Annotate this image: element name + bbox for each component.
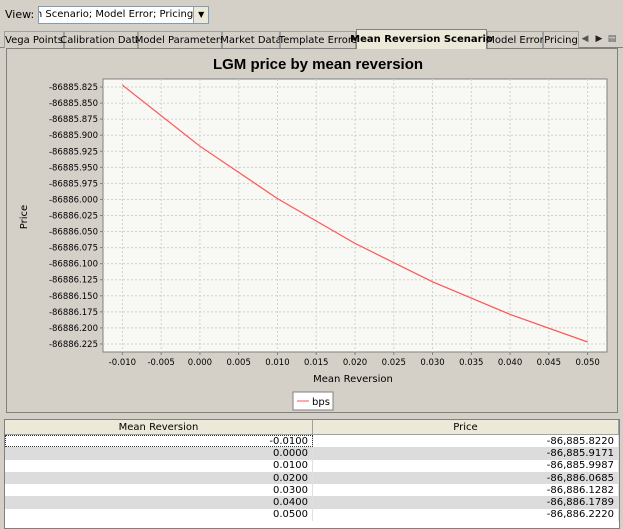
y-tick-label: -86885.950 — [49, 163, 98, 173]
view-select-value: Mean Reversion Scenario; Model Error; Pr… — [39, 9, 194, 20]
cell-mean-reversion: -0.0100 — [5, 435, 313, 448]
tab-bar: Vega Points Calibration Data Model Param… — [0, 29, 623, 49]
cell-price: -86,886.1789 — [313, 496, 619, 509]
chart-title: LGM price by mean reversion — [213, 56, 423, 73]
price-chart: -0.010 -0.005 0.000 0.005 0.010 0.015 0.020 0.0… — [19, 56, 608, 411]
x-tick-label: 0.005 — [227, 358, 251, 368]
tab-pricing[interactable]: Pricing — [543, 31, 579, 48]
x-tick-label: -0.005 — [147, 358, 174, 368]
legend-label: bps — [312, 397, 330, 408]
table-row[interactable]: 0.0200 -86,886.0685 — [5, 471, 619, 485]
cell-mean-reversion: 0.0100 — [5, 459, 313, 472]
y-tick-label: -86886.225 — [49, 340, 98, 350]
x-tick-label: 0.030 — [420, 358, 444, 368]
cell-mean-reversion: 0.0400 — [5, 496, 313, 509]
scroll-right-icon[interactable]: ▶ — [594, 31, 604, 47]
y-axis-label: Price — [19, 205, 30, 229]
x-tick-label: 0.040 — [498, 358, 522, 368]
tab-vega-points[interactable]: Vega Points — [4, 31, 64, 48]
x-tick-label: 0.015 — [304, 358, 328, 368]
table-body: -0.0100 -86,885.8220 0.0000 -86,885.9171… — [5, 435, 619, 522]
y-tick-label: -86886.175 — [49, 308, 98, 318]
view-row: View: Mean Reversion Scenario; Model Err… — [0, 0, 623, 29]
y-tick-label: -86886.125 — [49, 276, 98, 286]
y-tick-label: -86886.100 — [49, 260, 98, 270]
y-tick-label: -86886.150 — [49, 292, 98, 302]
cell-price: -86,886.2220 — [313, 508, 619, 522]
tab-template-errors[interactable]: Template Errors — [279, 31, 357, 48]
tab-list-icon[interactable]: ▤ — [607, 31, 617, 47]
x-tick-label: -0.010 — [109, 358, 136, 368]
y-tick-label: -86885.975 — [49, 179, 98, 189]
column-header-price[interactable]: Price — [313, 420, 619, 434]
y-axis-ticks: -86885.825 -86885.850 -86885.875 -86885.900… — [49, 83, 103, 350]
table-header: Mean Reversion Price — [5, 420, 619, 435]
cell-mean-reversion: 0.0500 — [5, 508, 313, 522]
chevron-down-icon[interactable]: ▼ — [193, 6, 209, 23]
tab-market-data[interactable]: Market Data — [220, 31, 282, 48]
y-tick-label: -86886.075 — [49, 244, 98, 254]
y-tick-label: -86886.050 — [49, 228, 98, 238]
tab-calibration-data[interactable]: Calibration Data — [60, 31, 142, 48]
cell-price: -86,886.1282 — [313, 484, 619, 497]
x-axis-ticks: -0.010 -0.005 0.000 0.005 0.010 0.015 0.020 0.0… — [109, 352, 600, 368]
legend: bps — [292, 391, 334, 411]
chart-panel: -0.010 -0.005 0.000 0.005 0.010 0.015 0.020 0.0… — [6, 48, 618, 413]
tab-mean-reversion-scenario[interactable]: Mean Reversion Scenario — [350, 29, 493, 49]
view-label: View: — [5, 8, 35, 21]
cell-mean-reversion: 0.0300 — [5, 484, 313, 497]
y-tick-label: -86885.850 — [49, 99, 98, 109]
scroll-left-icon[interactable]: ◀ — [580, 31, 590, 47]
table-row[interactable]: -0.0100 -86,885.8220 — [5, 435, 619, 448]
y-tick-label: -86886.000 — [49, 195, 98, 205]
x-tick-label: 0.000 — [188, 358, 212, 368]
tab-model-error[interactable]: Model Error — [486, 31, 544, 48]
y-tick-label: -86885.825 — [49, 83, 98, 93]
results-table: Mean Reversion Price -0.0100 -86,885.822… — [4, 419, 620, 529]
column-header-mean-reversion[interactable]: Mean Reversion — [5, 420, 313, 434]
x-tick-label: 0.035 — [459, 358, 483, 368]
y-tick-label: -86885.875 — [49, 115, 98, 125]
y-tick-label: -86885.900 — [49, 131, 98, 141]
cell-price: -86,886.0685 — [313, 471, 619, 485]
x-tick-label: 0.050 — [575, 358, 599, 368]
cell-mean-reversion: 0.0000 — [5, 447, 313, 460]
table-row[interactable]: 0.0000 -86,885.9171 — [5, 447, 619, 460]
x-tick-label: 0.045 — [537, 358, 561, 368]
table-row[interactable]: 0.0300 -86,886.1282 — [5, 484, 619, 497]
x-tick-label: 0.010 — [265, 358, 289, 368]
y-tick-label: -86885.925 — [49, 147, 98, 157]
y-tick-label: -86886.200 — [49, 324, 98, 334]
x-axis-label: Mean Reversion — [313, 374, 393, 385]
view-select[interactable]: Mean Reversion Scenario; Model Error; Pr… — [38, 5, 210, 24]
x-tick-label: 0.020 — [343, 358, 367, 368]
cell-price: -86,885.9171 — [313, 447, 619, 460]
cell-price: -86,885.9987 — [313, 459, 619, 472]
tab-model-parameters[interactable]: Model Parameters — [135, 31, 225, 48]
table-row[interactable]: 0.0100 -86,885.9987 — [5, 459, 619, 472]
table-row[interactable]: 0.0500 -86,886.2220 — [5, 508, 619, 522]
table-row[interactable]: 0.0400 -86,886.1789 — [5, 496, 619, 509]
y-tick-label: -86886.025 — [49, 212, 98, 222]
cell-mean-reversion: 0.0200 — [5, 471, 313, 485]
x-tick-label: 0.025 — [382, 358, 406, 368]
cell-price: -86,885.8220 — [313, 435, 619, 448]
